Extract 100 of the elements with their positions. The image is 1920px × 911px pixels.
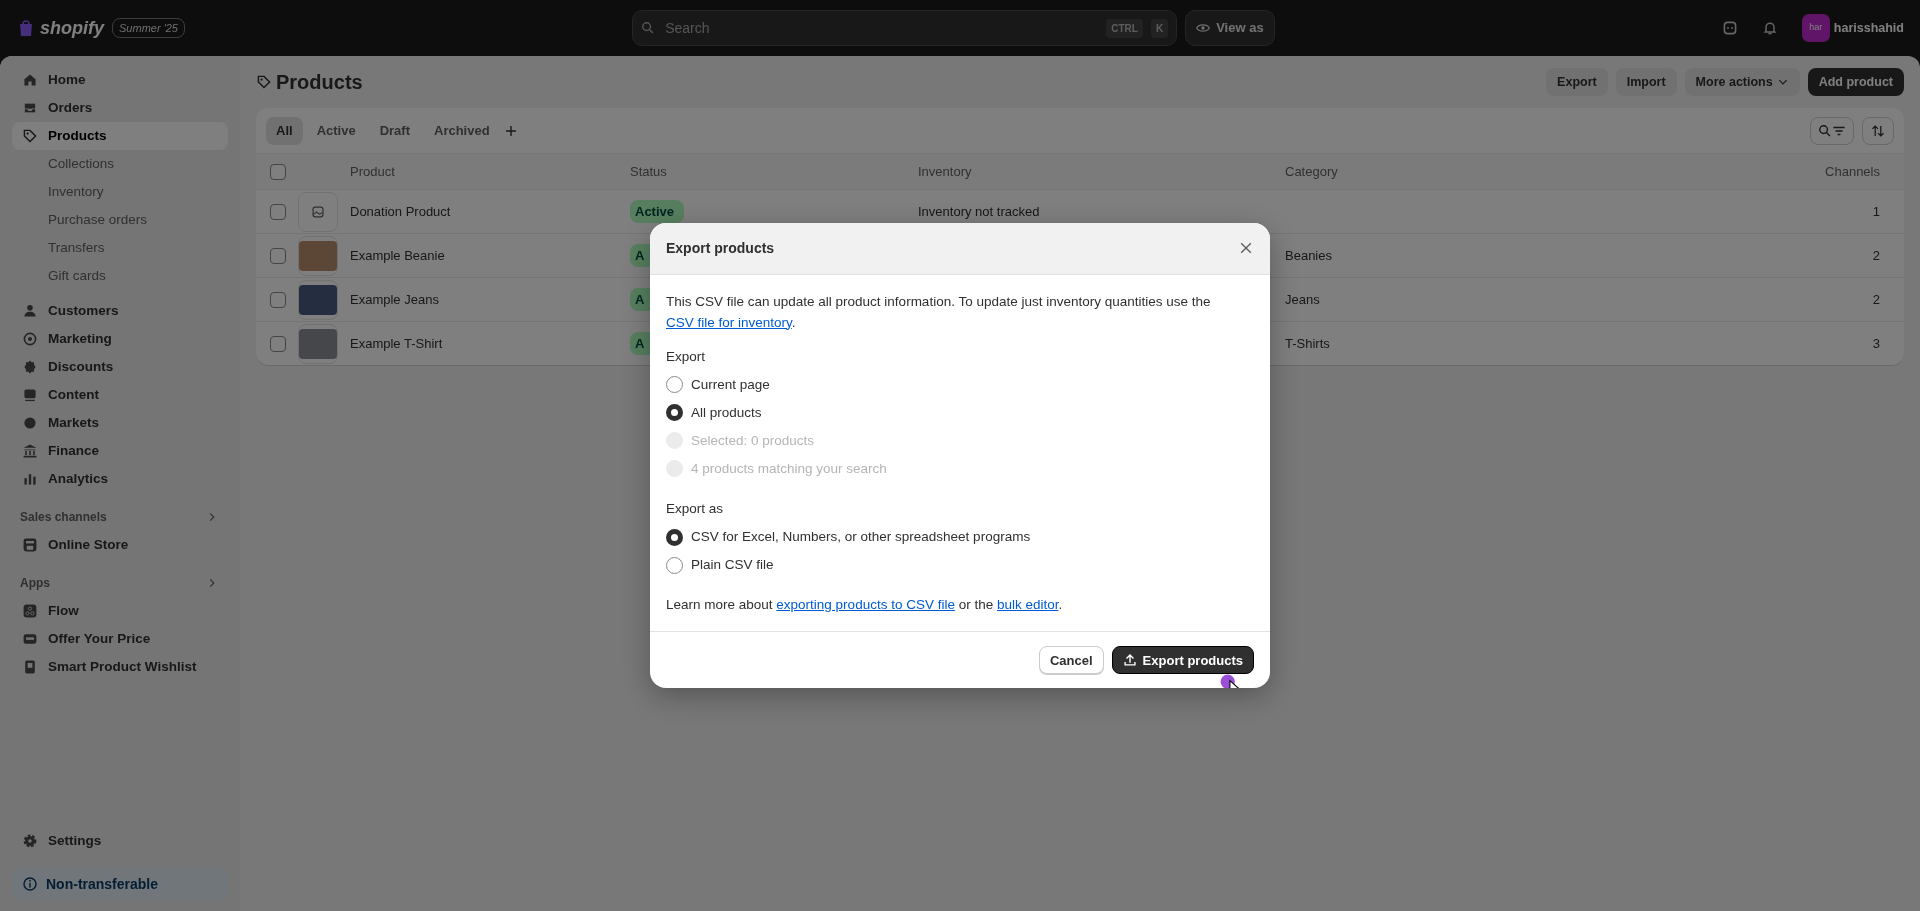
action-button[interactable]: Import [1615,68,1677,96]
image-icon [22,387,38,403]
category-text: T-Shirts [1285,334,1331,353]
sidebar-item[interactable]: Analytics [12,465,228,493]
column-header[interactable]: Status [630,161,918,182]
photo-placeholder [299,328,337,359]
action-button[interactable]: Export [1546,68,1608,96]
sidebar-item[interactable]: Finance [12,437,228,465]
sidebar-item[interactable]: Home [12,66,228,94]
column-header[interactable]: Inventory [918,161,1285,182]
add-product-button[interactable]: Add product [1807,68,1904,96]
search-filter-button[interactable] [1810,116,1854,145]
sidebar-item[interactable]: Online Store [12,531,228,559]
inbox-icon [22,100,38,116]
sidebar-item[interactable]: Inventory [12,178,228,206]
product-name[interactable]: Example Beanie [350,245,630,266]
cancel-button[interactable]: Cancel [1038,646,1104,675]
sidebar-item[interactable]: Settings [12,827,228,855]
sidebar-item[interactable]: Marketing [12,325,228,353]
section-title: Sales channels [20,509,107,526]
help-link[interactable]: CSV file for inventory [666,314,792,330]
sort-arrows-icon [1871,123,1885,138]
add-icon[interactable] [503,123,518,138]
option-label: Current page [691,375,770,394]
tag-icon [256,74,272,90]
tag-icon [22,128,38,144]
sidebar-item[interactable]: Content [12,381,228,409]
bell-icon[interactable] [1761,20,1778,36]
eye-icon [1196,21,1211,35]
row-checkbox[interactable] [270,335,286,352]
radio-button[interactable] [666,528,683,546]
sidebar-item[interactable]: Orders [12,94,228,122]
home-icon [22,72,38,88]
channel-count: 1 [1871,202,1881,221]
column-header[interactable]: Product [350,161,630,182]
image-icon [311,204,325,219]
info-icon [22,876,38,892]
sidebar-item[interactable]: Flow [12,597,228,625]
row-checkbox[interactable] [270,291,286,308]
sidebar-item[interactable]: Markets [12,409,228,437]
edition-badge: Summer '25 [112,17,185,39]
shortcut-key: CTRL [1106,18,1143,38]
column-header[interactable]: Channels [1784,161,1904,182]
bank-icon [22,443,38,459]
page-title: Products [276,70,363,94]
sidebar-item[interactable]: Smart Product Wishlist [12,653,228,681]
avatar[interactable]: har [1801,14,1830,42]
option-label: Selected: 0 products [691,431,815,450]
photo-placeholder [299,240,337,271]
product-name[interactable]: Example Jeans [350,289,630,310]
filter-tab[interactable]: All [266,116,303,145]
settings-icon [22,833,38,849]
export-button[interactable]: Export products [1111,646,1254,675]
app-icon [22,659,38,675]
inventory-status: Inventory not tracked [918,202,1041,221]
sidebar-item[interactable]: Offer Your Price [12,625,228,653]
column-header[interactable]: Category [1285,161,1784,182]
channel-count: 3 [1871,334,1881,353]
sidebar-item[interactable]: Customers [12,297,228,325]
option-label: CSV for Excel, Numbers, or other spreadsheet programs [691,528,1031,546]
help-link[interactable]: exporting products to CSV file [776,597,955,613]
photo-placeholder [299,284,337,315]
category-text: Beanies [1285,246,1333,265]
shortcut-key: K [1150,18,1169,38]
help-link[interactable]: bulk editor [996,597,1059,613]
radio-button[interactable] [666,376,683,394]
sidebar-item[interactable]: Products [12,122,228,150]
face-icon[interactable] [1721,20,1738,36]
product-name[interactable]: Donation Product [350,201,630,222]
status-badge: Active [630,199,684,224]
filter-tab[interactable]: Active [306,116,366,145]
sidebar-item[interactable]: Purchase orders [12,206,228,234]
help-text: Learn more about exporting products to CSV file or the bulk editor. [666,596,1064,615]
store-name[interactable]: harisshahid [1833,18,1904,38]
product-name[interactable]: Example T-Shirt [350,333,630,354]
sidebar-item[interactable]: Discounts [12,353,228,381]
target-icon [22,331,38,347]
search-input[interactable]: Search [663,16,1099,40]
filter-tab[interactable]: Draft [369,116,420,145]
bar-chart-icon [22,471,38,487]
search-field[interactable]: Search CTRL K [632,10,1178,46]
sidebar-item[interactable]: Collections [12,150,228,178]
channel-count: 2 [1871,246,1881,265]
filter-tab[interactable]: Archived [424,116,500,145]
radio-button[interactable] [666,556,683,574]
view-as-button[interactable]: View as [1185,10,1275,46]
sidebar-item[interactable]: Transfers [12,234,228,262]
option-label: 4 products matching your search [691,459,887,478]
group-label: Export as [666,499,725,518]
logo-text: shopify [40,16,104,40]
select-all-checkbox[interactable] [270,163,286,180]
discount-badge-icon [22,359,38,375]
section-title: Apps [20,575,50,592]
row-checkbox[interactable] [270,203,286,220]
app-icon [22,631,38,647]
row-checkbox[interactable] [270,247,286,264]
radio-button[interactable] [666,404,683,422]
dropdown-button[interactable]: More actions [1684,68,1800,96]
sidebar-item[interactable]: Gift cards [12,262,228,290]
sort-button[interactable] [1862,116,1894,145]
